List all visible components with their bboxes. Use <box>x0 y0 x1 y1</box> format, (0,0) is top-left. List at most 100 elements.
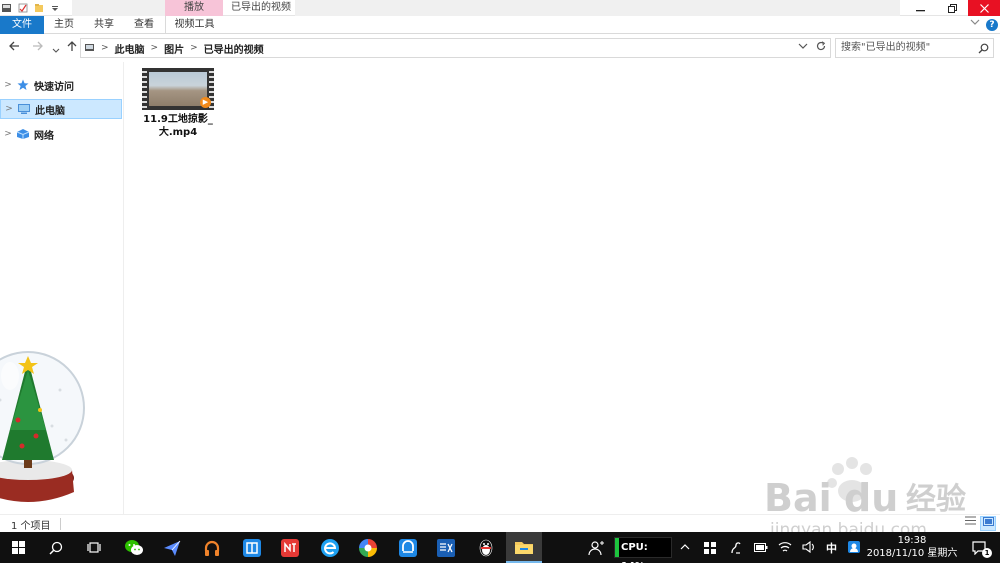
search-icon <box>49 541 63 555</box>
window-title: 已导出的视频 <box>231 2 291 13</box>
search-button[interactable] <box>38 532 74 563</box>
taskbar-app-cloud[interactable] <box>390 532 426 563</box>
tab-share[interactable]: 共享 <box>88 16 120 34</box>
nav-item-quick-access[interactable]: > 快速访问 <box>0 75 122 95</box>
volume-icon[interactable] <box>802 541 816 553</box>
nav-item-this-pc[interactable]: > 此电脑 <box>0 99 122 119</box>
nav-item-label: 快速访问 <box>34 81 74 93</box>
taskbar-app-wechat[interactable] <box>116 532 152 563</box>
wechat-icon <box>125 539 143 555</box>
breadcrumb-exported-videos[interactable]: 已导出的视频 <box>204 41 264 56</box>
browser-e-icon <box>321 538 339 557</box>
ribbon: 文件 主页 共享 查看 视频工具 ? <box>0 16 1000 34</box>
grid-app-icon[interactable] <box>704 542 716 554</box>
chevron-up-icon[interactable] <box>680 543 690 551</box>
title-bar: 播放 已导出的视频 <box>0 0 1000 16</box>
network-icon <box>16 129 30 139</box>
nav-item-label: 网络 <box>34 130 54 142</box>
watermark-cn: 经验 <box>906 482 966 517</box>
search-icon[interactable] <box>978 43 989 54</box>
navigation-bar: > 此电脑 > 图片 > 已导出的视频 搜索"已导出的视频" <box>0 35 1000 62</box>
star-icon <box>17 79 29 90</box>
close-icon <box>979 3 989 13</box>
context-tab-title: 播放 <box>165 0 223 16</box>
battery-icon[interactable] <box>754 542 768 553</box>
task-view-icon <box>87 542 101 553</box>
breadcrumb-this-pc[interactable]: 此电脑 <box>115 41 145 56</box>
taskbar-app-netease[interactable] <box>272 532 308 563</box>
file-item[interactable]: ▶ 11.9工地掠影_ 大.mp4 <box>140 68 216 139</box>
ime-indicator[interactable]: 中 <box>826 540 837 556</box>
arrow-left-icon <box>9 41 19 51</box>
properties-icon[interactable] <box>18 3 28 13</box>
arrow-right-icon <box>33 41 43 51</box>
ink-icon[interactable] <box>730 541 742 555</box>
folder-icon <box>515 541 533 554</box>
expand-arrow-icon[interactable]: > <box>0 80 16 90</box>
computer-icon <box>85 44 94 51</box>
wifi-icon[interactable] <box>778 541 792 553</box>
tab-view[interactable]: 查看 <box>128 16 160 34</box>
window-menu-icon[interactable] <box>2 3 12 13</box>
restore-button[interactable] <box>936 0 968 16</box>
taskbar-app-ie[interactable] <box>312 532 348 563</box>
nav-item-network[interactable]: > 网络 <box>0 124 122 144</box>
nav-item-label: 此电脑 <box>35 105 65 117</box>
item-count: 1 个项目 <box>11 521 51 532</box>
action-center-button[interactable]: 1 <box>962 532 998 563</box>
notification-count-badge: 1 <box>982 548 992 558</box>
snow-globe-decoration <box>0 351 85 502</box>
people-button[interactable] <box>578 532 614 563</box>
cpu-meter[interactable]: CPU: 14% <box>614 537 672 563</box>
expand-ribbon-icon[interactable] <box>970 18 980 29</box>
video-thumbnail: ▶ <box>142 68 214 110</box>
news-app-icon <box>437 538 455 557</box>
file-list[interactable]: ▶ 11.9工地掠影_ 大.mp4 <box>124 62 1000 514</box>
cloud-app-icon <box>399 538 417 557</box>
taskbar-app-blue[interactable] <box>234 532 270 563</box>
chevron-down-icon <box>52 48 60 53</box>
qq-penguin-icon <box>479 539 493 556</box>
computer-icon <box>18 104 30 114</box>
breadcrumb-chevron-icon[interactable]: > <box>101 43 109 53</box>
search-input[interactable]: 搜索"已导出的视频" <box>835 38 994 58</box>
taskbar-app-news[interactable] <box>428 532 464 563</box>
windows-icon <box>11 541 25 554</box>
task-view-button[interactable] <box>76 532 112 563</box>
breadcrumb-chevron-icon[interactable]: > <box>151 43 159 53</box>
restore-icon <box>947 3 957 13</box>
clock[interactable]: 19:38 2018/11/10 星期六 <box>866 534 958 560</box>
title-band-right <box>295 0 900 16</box>
address-bar[interactable]: > 此电脑 > 图片 > 已导出的视频 <box>80 38 831 58</box>
ime-toolbar-icon[interactable] <box>848 541 860 554</box>
taskbar-app-colorful[interactable] <box>350 532 386 563</box>
new-folder-icon[interactable] <box>34 3 44 13</box>
file-name-line: 大.mp4 <box>158 127 198 138</box>
tab-file[interactable]: 文件 <box>0 16 44 34</box>
tab-video-tools[interactable]: 视频工具 <box>165 16 223 34</box>
tab-home[interactable]: 主页 <box>48 16 80 34</box>
help-icon[interactable]: ? <box>986 19 998 31</box>
recent-locations-button[interactable] <box>52 43 60 59</box>
taskbar-app-feishu[interactable] <box>154 532 190 563</box>
forward-button[interactable] <box>32 40 44 56</box>
headphones-icon <box>204 540 220 556</box>
taskbar-app-headphones[interactable] <box>194 532 230 563</box>
breadcrumb-pictures[interactable]: 图片 <box>164 41 184 56</box>
minimize-button[interactable] <box>904 0 936 16</box>
address-dropdown-icon[interactable] <box>798 41 808 51</box>
film-strip <box>142 68 147 110</box>
expand-arrow-icon[interactable]: > <box>0 129 16 139</box>
taskbar-app-file-explorer[interactable] <box>506 532 542 563</box>
play-icon: ▶ <box>200 97 211 108</box>
customize-qat-icon[interactable] <box>50 3 60 13</box>
back-button[interactable] <box>8 40 20 56</box>
refresh-icon[interactable] <box>816 41 826 51</box>
breadcrumb-chevron-icon[interactable]: > <box>190 43 198 53</box>
start-button[interactable] <box>0 532 36 563</box>
expand-arrow-icon[interactable]: > <box>1 104 17 114</box>
taskbar-app-qq[interactable] <box>468 532 504 563</box>
thumbnail-image <box>149 72 207 106</box>
up-button[interactable] <box>66 40 78 56</box>
close-button[interactable] <box>968 0 1000 16</box>
